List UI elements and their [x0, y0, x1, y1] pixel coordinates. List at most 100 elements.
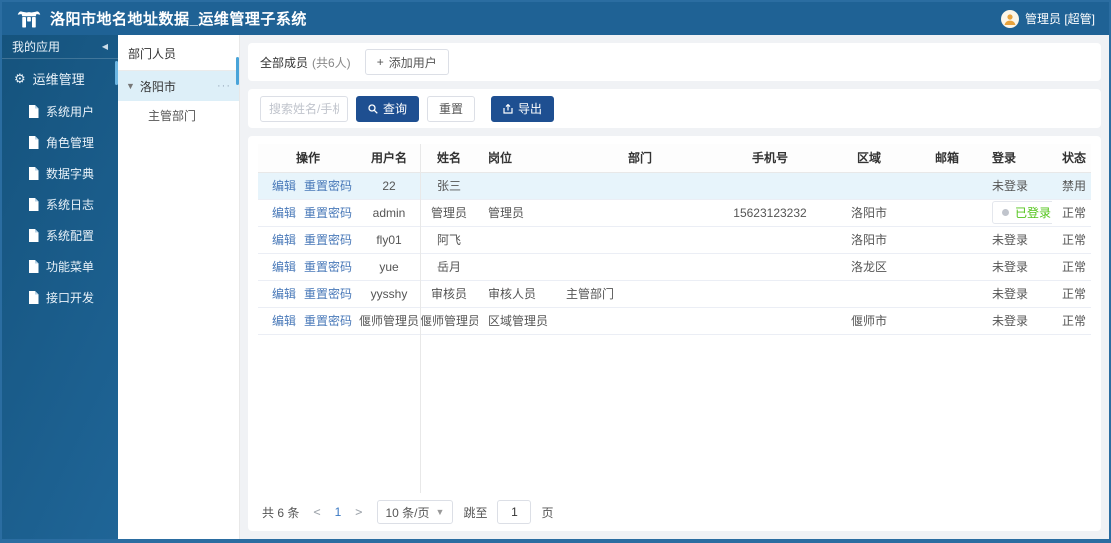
tree-scrollbar-thumb[interactable]	[236, 57, 239, 85]
reset-password-link[interactable]: 重置密码	[304, 285, 352, 302]
cell-post: 审核人员	[478, 280, 556, 308]
sidebar-header-label: 我的应用	[12, 40, 61, 54]
cell-post	[478, 172, 556, 200]
reset-button[interactable]: 重置	[427, 95, 476, 122]
reset-password-link[interactable]: 重置密码	[304, 258, 352, 275]
edit-link[interactable]: 编辑	[272, 312, 296, 329]
sidebar-item[interactable]: 接口开发	[2, 282, 118, 313]
current-page-button[interactable]: 1	[335, 505, 342, 519]
app-window: 洛阳市地名地址数据_运维管理子系统 管理员 [超管] 我的应用 ◀ ⚙ 运维管理…	[0, 0, 1111, 543]
edit-link[interactable]: 编辑	[272, 285, 296, 302]
cell-post	[478, 226, 556, 254]
cell-username: yue	[358, 253, 420, 281]
cell-phone	[714, 280, 826, 308]
tree-node-label: 洛阳市	[139, 79, 176, 94]
left-caret-icon[interactable]: ◀	[102, 42, 108, 51]
file-icon	[28, 229, 39, 242]
members-count: (共6人)	[312, 55, 351, 70]
reset-password-link[interactable]: 重置密码	[304, 312, 352, 329]
table-row: 编辑重置密码删除fly01阿飞 洛阳市 未登录正常	[258, 226, 1091, 254]
cell-status: 正常	[1052, 226, 1091, 254]
cell-name: 阿飞	[420, 226, 478, 254]
sidebar-item[interactable]: 角色管理	[2, 127, 118, 158]
tree-node-root[interactable]: ▼ 洛阳市 ···	[118, 71, 239, 101]
cell-login: 未登录	[982, 172, 1052, 200]
column-header: 姓名	[420, 144, 478, 173]
tree-node-child[interactable]: 主管部门	[118, 101, 239, 129]
sidebar-item[interactable]: 系统配置	[2, 220, 118, 251]
reset-password-link[interactable]: 重置密码	[304, 231, 352, 248]
sidebar: 我的应用 ◀ ⚙ 运维管理 系统用户角色管理数据字典系统日志系统配置 功能菜单接口…	[2, 35, 118, 539]
edit-link[interactable]: 编辑	[272, 177, 296, 194]
cell-dept	[556, 307, 714, 335]
sidebar-item[interactable]: 数据字典	[2, 158, 118, 189]
cell-region	[826, 280, 912, 308]
sidebar-item[interactable]: 系统日志	[2, 189, 118, 220]
add-user-button[interactable]: + 添加用户	[364, 49, 449, 75]
cell-phone	[714, 253, 826, 281]
sidebar-item-label: 接口开发	[46, 291, 95, 305]
cell-email	[912, 226, 982, 254]
cell-login: 未登录	[982, 307, 1052, 335]
sidebar-group-ops[interactable]: ⚙ 运维管理	[2, 59, 118, 96]
members-label: 全部成员	[260, 55, 309, 70]
cell-name: 审核员	[420, 280, 478, 308]
user-menu[interactable]: 管理员 [超管]	[1000, 9, 1095, 28]
edit-link[interactable]: 编辑	[272, 258, 296, 275]
sidebar-item-label: 系统用户	[46, 105, 95, 119]
cell-login: 未登录	[982, 280, 1052, 308]
export-icon	[503, 103, 513, 114]
cell-post: 区域管理员	[478, 307, 556, 335]
tree-child-label: 主管部门	[148, 108, 197, 123]
file-icon	[28, 260, 39, 273]
cell-username: yysshy	[358, 280, 420, 308]
cell-username: 22	[358, 172, 420, 200]
next-page-button[interactable]: >	[351, 505, 366, 519]
search-input[interactable]	[260, 95, 348, 122]
sidebar-item-label: 系统日志	[46, 198, 95, 212]
sidebar-item[interactable]: 系统用户	[2, 96, 118, 127]
cell-status: 正常	[1052, 280, 1091, 308]
column-header: 部门	[556, 144, 714, 173]
cell-login: 已登录	[982, 199, 1052, 227]
main-content: 全部成员 (共6人) + 添加用户 查询 重置	[240, 35, 1109, 539]
cell-actions: 编辑重置密码删除	[258, 199, 358, 227]
gate-logo-icon	[16, 8, 42, 30]
cell-post: 管理员	[478, 199, 556, 227]
plus-icon: +	[376, 55, 384, 69]
export-button[interactable]: 导出	[491, 95, 555, 122]
cell-post	[478, 253, 556, 281]
prev-page-button[interactable]: <	[309, 505, 324, 519]
cell-status: 正常	[1052, 199, 1091, 227]
page-size-value: 10 条/页	[385, 505, 430, 520]
pagination-total: 共 6 条	[262, 505, 300, 520]
page-size-select[interactable]: 10 条/页 ▼	[376, 500, 454, 524]
edit-link[interactable]: 编辑	[272, 204, 296, 221]
reset-password-link[interactable]: 重置密码	[304, 204, 352, 221]
sidebar-header-my-apps[interactable]: 我的应用 ◀	[2, 35, 118, 59]
sidebar-item-label: 角色管理	[46, 136, 95, 150]
cell-email	[912, 172, 982, 200]
cell-actions: 编辑重置密码删除	[258, 253, 358, 281]
table-header-row: 操作 用户名 姓名 岗位 部门 手机号 区域 邮箱 登录 状态	[258, 144, 1091, 173]
ellipsis-icon[interactable]: ···	[217, 80, 231, 92]
cell-actions: 编辑重置密码删除	[258, 280, 358, 308]
jump-page-input[interactable]	[497, 500, 532, 524]
edit-link[interactable]: 编辑	[272, 231, 296, 248]
column-header: 登录	[982, 144, 1052, 173]
sidebar-menu-items: 系统用户角色管理数据字典系统日志系统配置 功能菜单接口开发	[2, 96, 118, 313]
export-label: 导出	[518, 102, 543, 116]
cell-dept	[556, 253, 714, 281]
cell-name: 张三	[420, 172, 478, 200]
cell-email	[912, 280, 982, 308]
caret-down-icon[interactable]: ▼	[126, 81, 135, 91]
cell-status: 正常	[1052, 307, 1091, 335]
cell-region: 洛阳市	[826, 226, 912, 254]
column-header: 操作	[258, 144, 358, 173]
sidebar-item[interactable]: 功能菜单	[2, 251, 118, 282]
cell-login: 未登录	[982, 253, 1052, 281]
reset-password-link[interactable]: 重置密码	[304, 177, 352, 194]
cell-login: 未登录	[982, 226, 1052, 254]
cell-phone	[714, 307, 826, 335]
query-button[interactable]: 查询	[356, 95, 420, 122]
